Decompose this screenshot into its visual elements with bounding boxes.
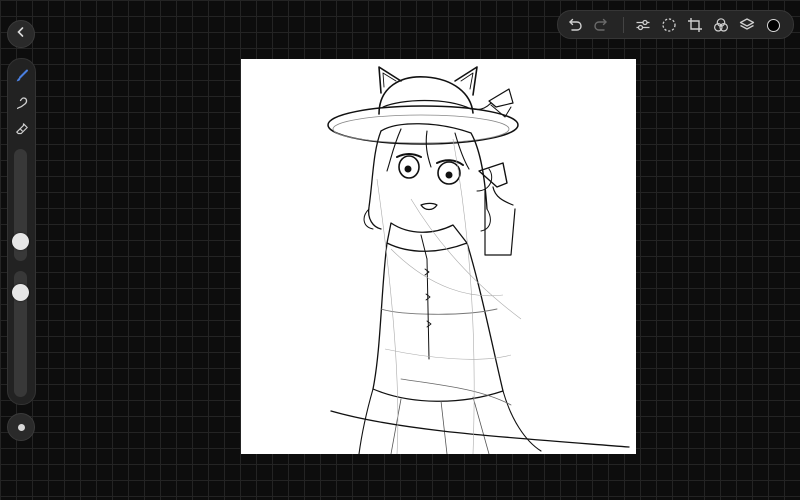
transform-icon[interactable]: [685, 15, 705, 35]
brush-size-slider[interactable]: [12, 149, 29, 261]
selection-icon[interactable]: [659, 15, 679, 35]
drawing-canvas[interactable]: [241, 59, 636, 454]
back-button[interactable]: [7, 20, 35, 48]
brush-opacity-handle[interactable]: [12, 284, 29, 301]
top-toolbar: [557, 10, 794, 39]
left-sidebar: [7, 58, 36, 405]
eraser-icon[interactable]: [13, 120, 30, 137]
brush-icon[interactable]: [13, 67, 30, 84]
chevron-left-icon: [15, 25, 27, 43]
toolbar-divider: [623, 17, 624, 33]
modify-button[interactable]: [7, 413, 35, 441]
redo-icon[interactable]: [591, 15, 611, 35]
brush-opacity-slider[interactable]: [12, 271, 29, 397]
smudge-icon[interactable]: [13, 94, 30, 111]
color-swatch-button[interactable]: [763, 15, 783, 35]
brush-size-handle[interactable]: [12, 233, 29, 250]
layers-icon[interactable]: [737, 15, 757, 35]
adjustments-icon[interactable]: [633, 15, 653, 35]
current-color-icon: [766, 18, 780, 32]
sketch-artwork: [327, 66, 630, 454]
modify-dot-icon: [17, 423, 25, 431]
blend-icon[interactable]: [711, 15, 731, 35]
undo-icon[interactable]: [565, 15, 585, 35]
